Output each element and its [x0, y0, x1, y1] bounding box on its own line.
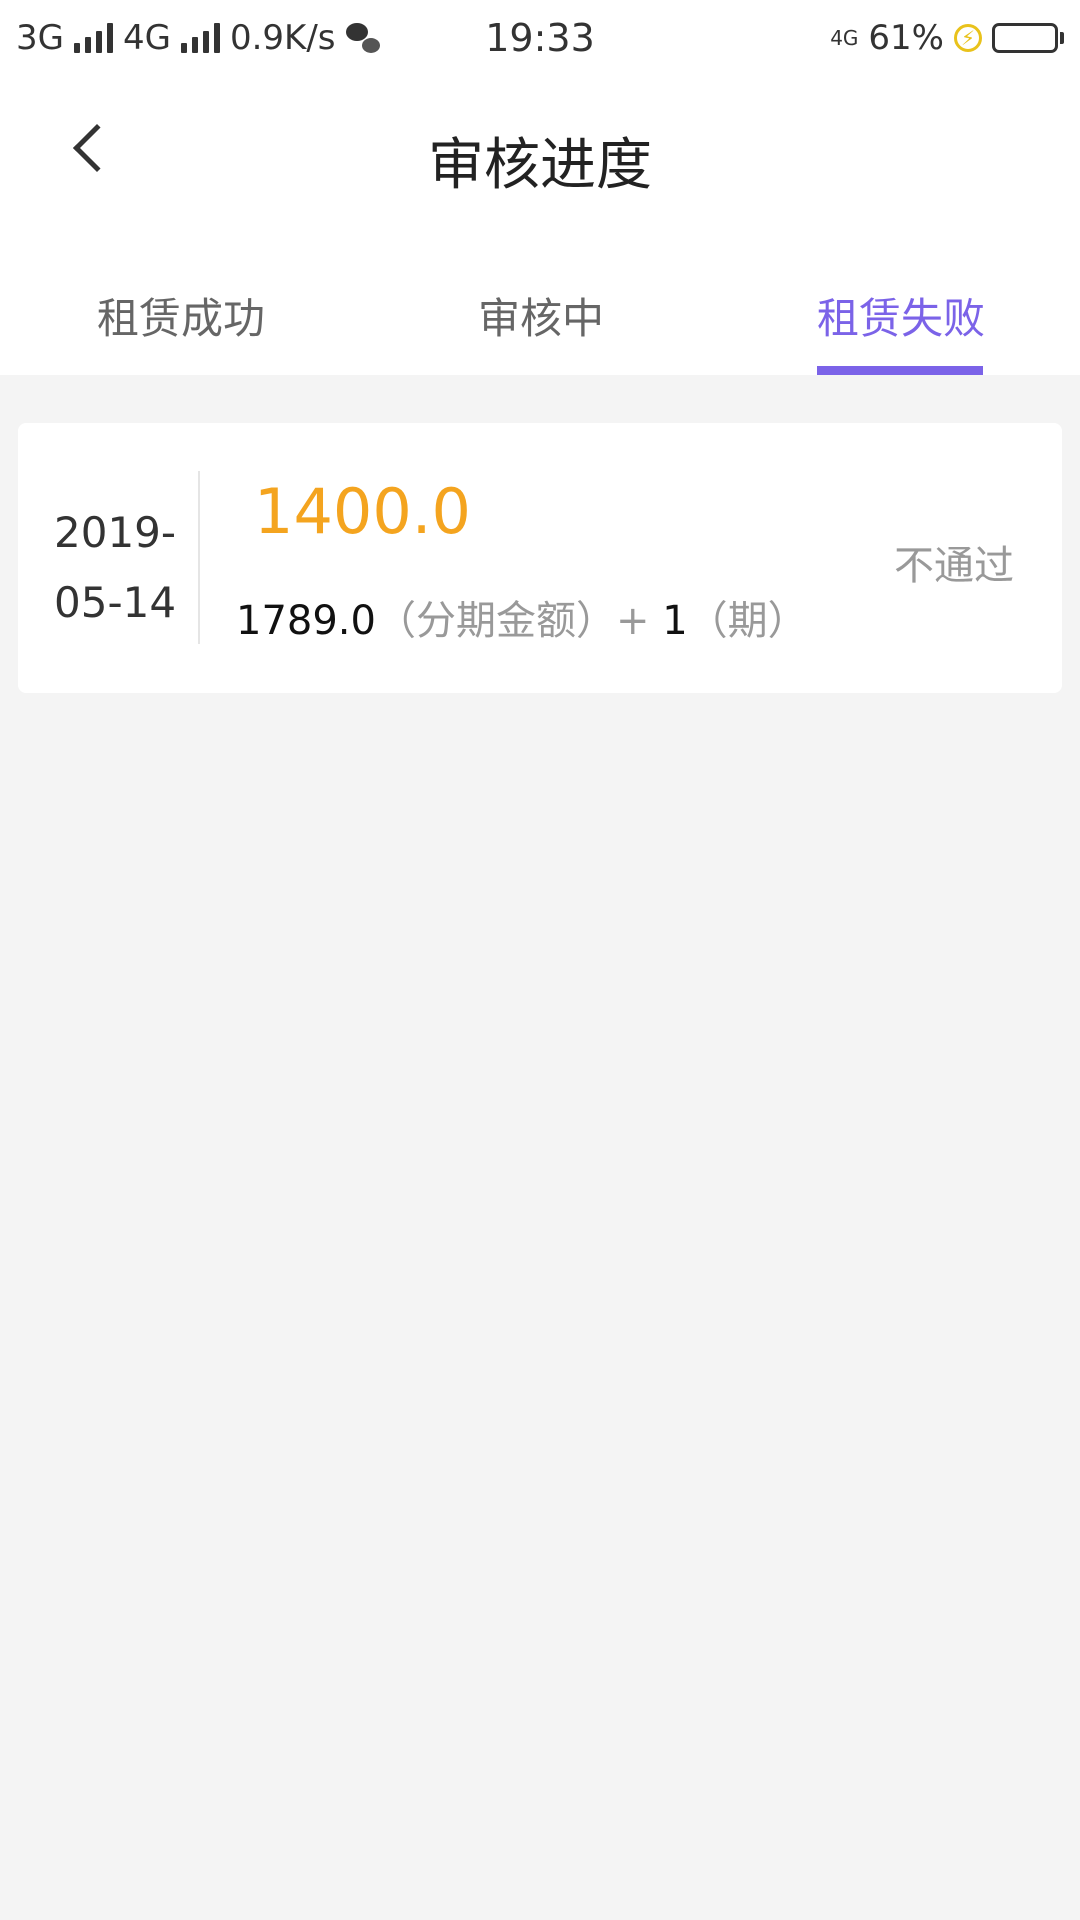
tab-rent-success[interactable]: 租赁成功	[97, 285, 265, 375]
status-right: 4G 61% ⚡	[830, 18, 1064, 58]
divider	[198, 471, 200, 644]
page-title: 审核进度	[428, 133, 652, 198]
tab-label: 租赁失败	[817, 294, 986, 343]
tab-label: 审核中	[478, 294, 605, 343]
signal-icon	[73, 22, 113, 53]
clock: 19:33	[485, 15, 595, 60]
charging-icon: ⚡	[954, 23, 982, 52]
battery-icon	[992, 22, 1064, 53]
wechat-icon	[345, 22, 380, 53]
signal-icon	[180, 22, 220, 53]
installment-label: （分期金额）+	[375, 598, 650, 644]
battery-percent: 61%	[868, 17, 944, 58]
installment-amount: 1789.0	[236, 598, 376, 644]
active-tab-indicator	[817, 366, 983, 375]
record-card[interactable]: 2019- 05-14 1400.0 1789.0（分期金额）+ 1（期） 不通…	[18, 423, 1062, 693]
network-type-icon: 4G	[830, 25, 859, 50]
date-line-1: 2019-	[54, 508, 177, 557]
periods-label: （期）	[687, 598, 808, 644]
app-header: 审核进度	[0, 75, 1080, 225]
status-badge: 不通过	[894, 543, 1014, 589]
status-left: 3G 4G 0.9K/s	[16, 18, 380, 58]
rent-amount: 1400.0	[254, 475, 471, 548]
tab-rent-failed[interactable]: 租赁失败	[817, 285, 985, 375]
tab-label: 租赁成功	[97, 294, 266, 343]
record-date: 2019- 05-14	[54, 498, 194, 638]
tab-under-review[interactable]: 审核中	[478, 285, 604, 375]
periods-count: 1	[662, 598, 688, 644]
date-line-2: 05-14	[54, 578, 177, 627]
network-speed: 0.9K/s	[229, 17, 336, 58]
network-4g-label: 4G	[122, 17, 171, 58]
network-3g-label: 3G	[16, 17, 64, 58]
installment-detail: 1789.0（分期金额）+ 1（期）	[236, 588, 808, 646]
tab-bar: 租赁成功 审核中 租赁失败	[0, 225, 1080, 375]
status-bar: 3G 4G 0.9K/s 19:33 4G 61% ⚡	[0, 0, 1080, 75]
